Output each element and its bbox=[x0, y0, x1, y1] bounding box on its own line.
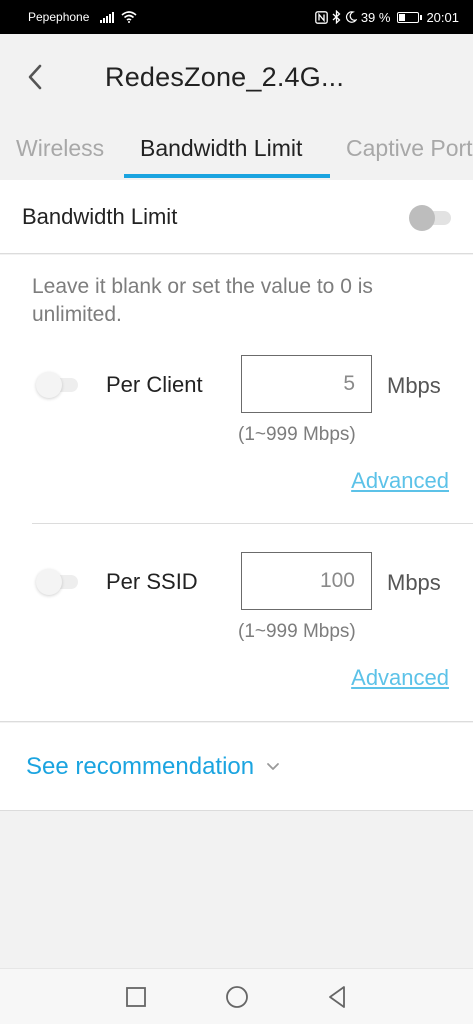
battery-icon bbox=[397, 11, 423, 23]
per-ssid-input[interactable] bbox=[241, 552, 372, 610]
per-ssid-toggle[interactable] bbox=[36, 569, 78, 595]
tab-wireless[interactable]: Wireless bbox=[16, 135, 104, 162]
square-icon bbox=[126, 987, 146, 1007]
nfc-icon bbox=[314, 10, 328, 24]
recent-apps-button[interactable] bbox=[122, 983, 150, 1011]
chevron-down-icon bbox=[266, 759, 282, 775]
page-title: RedesZone_2.4G... bbox=[105, 61, 345, 92]
per-client-label: Per Client bbox=[106, 372, 203, 397]
per-client-range: (1~999 Mbps) bbox=[238, 424, 356, 445]
per-ssid-range: (1~999 Mbps) bbox=[238, 621, 356, 642]
bandwidth-limit-label: Bandwidth Limit bbox=[22, 203, 178, 229]
per-client-advanced-link[interactable]: Advanced bbox=[351, 468, 449, 494]
status-right: 39 % 20:01 bbox=[314, 9, 459, 25]
moon-icon bbox=[345, 11, 357, 23]
bandwidth-limit-toggle[interactable] bbox=[409, 204, 451, 231]
tab-bandwidth-limit[interactable]: Bandwidth Limit bbox=[140, 135, 302, 162]
tab-bar: Wireless Bandwidth Limit Captive Portal bbox=[0, 120, 473, 180]
triangle-back-icon bbox=[329, 986, 345, 1008]
carrier-name: Pepephone bbox=[28, 10, 90, 24]
back-nav-button[interactable] bbox=[324, 983, 352, 1011]
status-bar: Pepephone 39 % 20:01 bbox=[0, 0, 473, 34]
bluetooth-icon bbox=[332, 10, 341, 24]
per-ssid-unit: Mbps bbox=[387, 570, 441, 595]
section-divider bbox=[32, 523, 473, 524]
wifi-icon bbox=[121, 11, 137, 23]
see-recommendation-button[interactable]: See recommendation bbox=[0, 723, 473, 811]
signal-icon bbox=[100, 11, 115, 23]
chevron-left-icon bbox=[28, 64, 42, 90]
back-button[interactable] bbox=[0, 34, 70, 120]
status-left: Pepephone bbox=[28, 10, 137, 24]
clock: 20:01 bbox=[426, 9, 459, 25]
per-ssid-advanced-link[interactable]: Advanced bbox=[351, 665, 449, 691]
bandwidth-limit-row: Bandwidth Limit bbox=[0, 180, 473, 254]
system-nav-bar bbox=[0, 968, 473, 1024]
per-ssid-label: Per SSID bbox=[106, 569, 198, 594]
active-tab-indicator bbox=[124, 174, 330, 178]
app-header: RedesZone_2.4G... bbox=[0, 34, 473, 120]
per-client-toggle[interactable] bbox=[36, 372, 78, 398]
circle-icon bbox=[226, 986, 248, 1008]
per-client-unit: Mbps bbox=[387, 373, 441, 398]
bandwidth-settings-card: Leave it blank or set the value to 0 is … bbox=[0, 255, 473, 722]
unlimited-hint: Leave it blank or set the value to 0 is … bbox=[32, 275, 373, 326]
tab-captive-portal[interactable]: Captive Portal bbox=[346, 135, 473, 162]
battery-percent: 39 % bbox=[360, 9, 391, 25]
see-recommendation-label: See recommendation bbox=[26, 752, 255, 780]
per-client-input[interactable] bbox=[241, 355, 372, 413]
home-button[interactable] bbox=[223, 983, 251, 1011]
